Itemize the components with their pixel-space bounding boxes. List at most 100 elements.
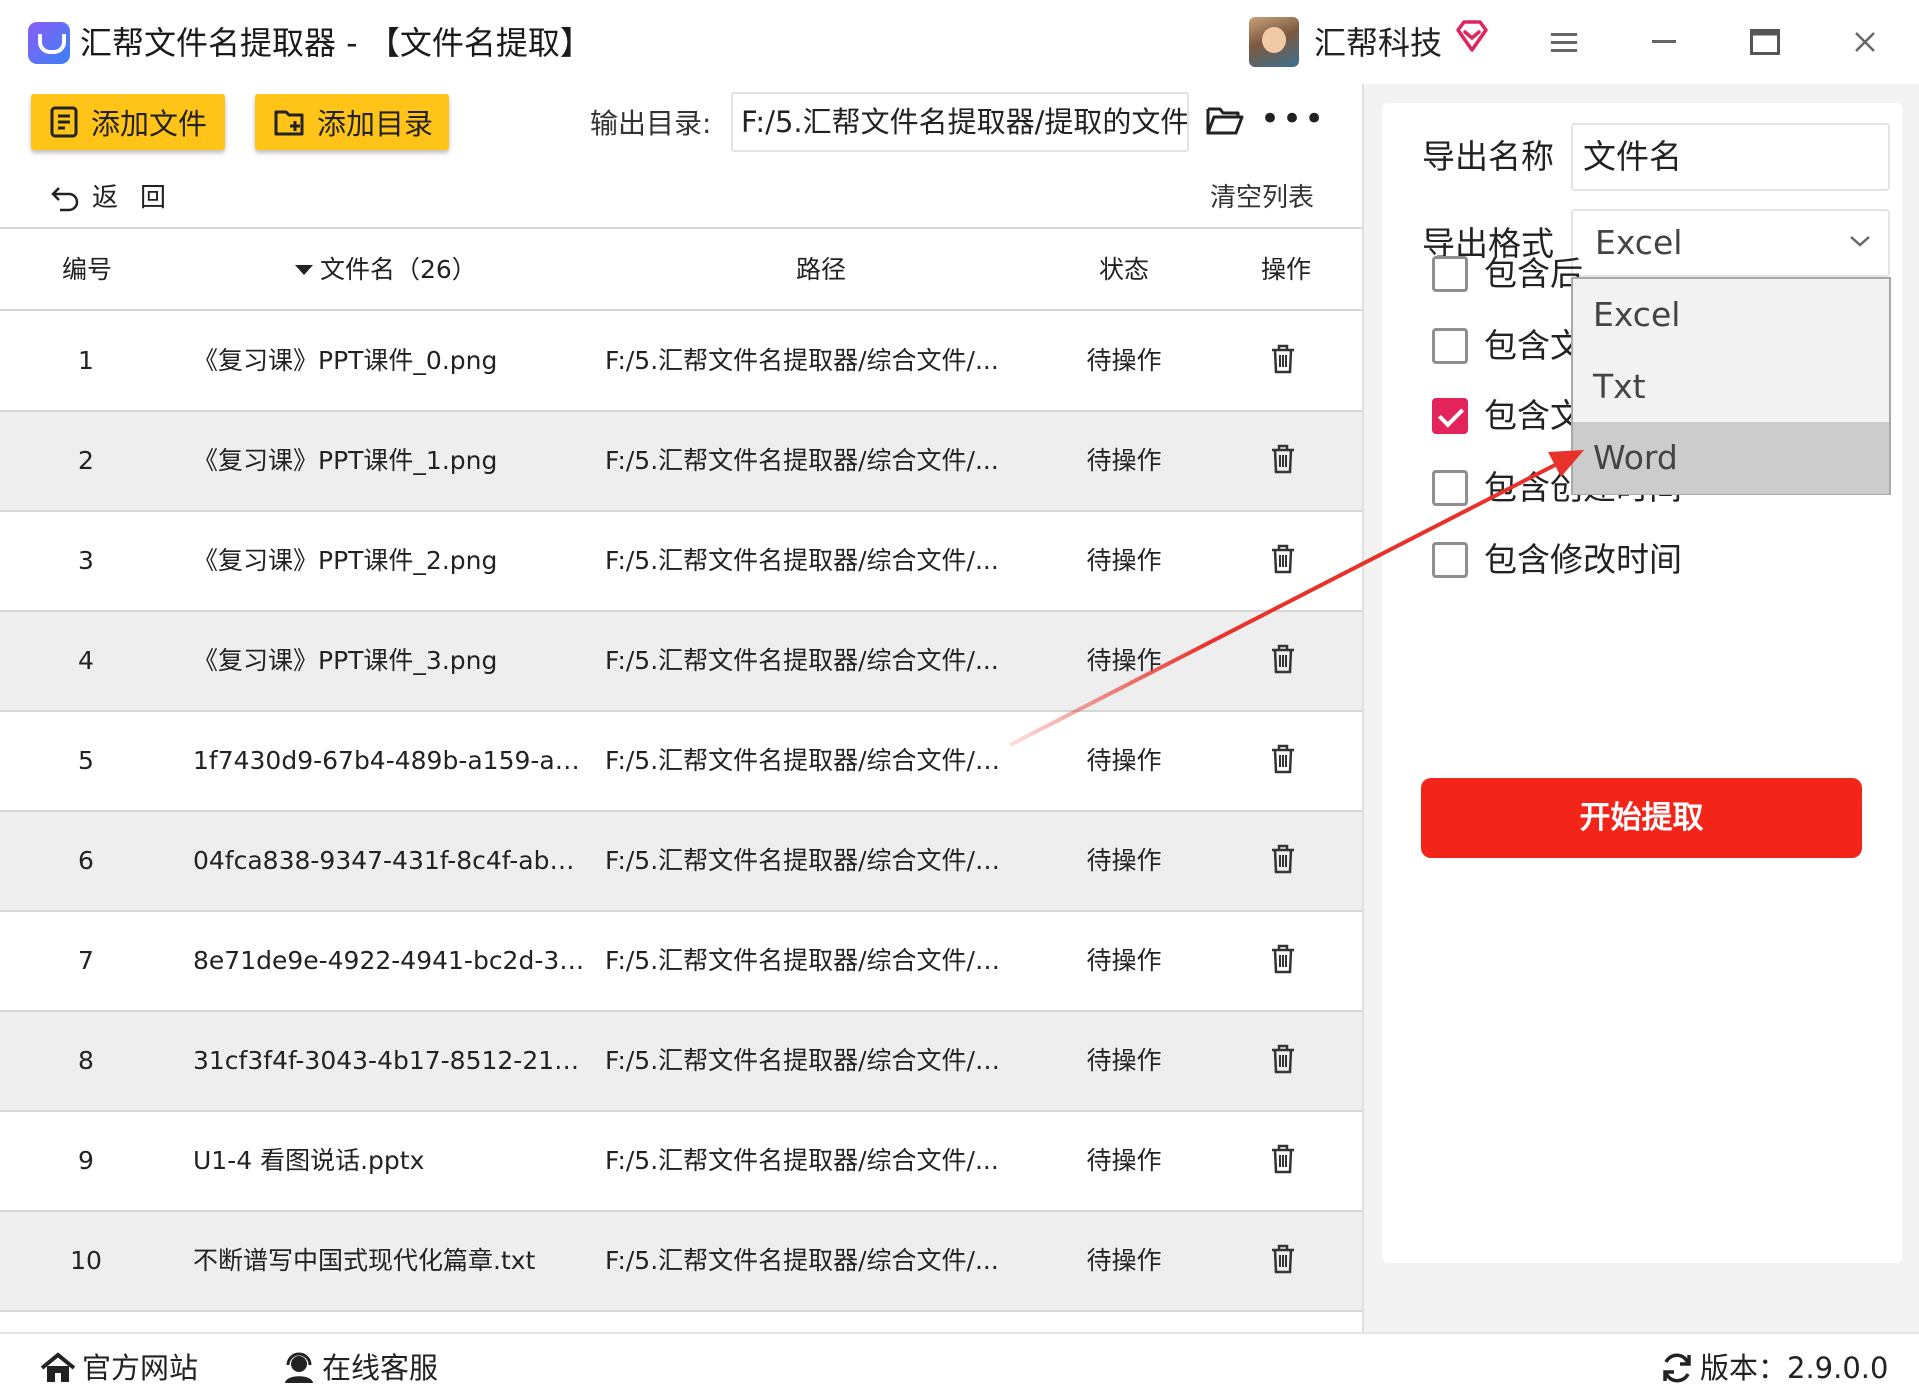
format-option-word[interactable]: Word [1573, 422, 1889, 494]
row-filename: 《复习课》PPT课件_0.png [193, 346, 498, 375]
back-button[interactable]: 返回 [50, 180, 188, 216]
table-row[interactable]: 10 不断谱写中国式现代化篇章.txt F:/5.汇帮文件名提取器/综合文件/...… [0, 1212, 1362, 1312]
title-bar: 汇帮文件名提取器 - 【文件名提取】 汇帮科技 [0, 0, 1919, 84]
checkbox-label: 包含文 [1484, 326, 1583, 365]
user-avatar[interactable] [1249, 17, 1299, 67]
table-row[interactable]: 7 8e71de9e-4922-4941-bc2d-3b2... F:/5.汇帮文件… [0, 912, 1362, 1012]
table-row[interactable]: 1 《复习课》PPT课件_0.png F:/5.汇帮文件名提取器/综合文件/... 待… [0, 312, 1362, 412]
row-path: F:/5.汇帮文件名提取器/综合文件/... [605, 446, 999, 475]
checkbox[interactable] [1432, 542, 1468, 578]
row-path: F:/5.汇帮文件名提取器/综合文件/... [605, 346, 999, 375]
export-format-value: Excel [1595, 223, 1683, 262]
clear-list-button[interactable]: 清空列表 [1210, 180, 1314, 216]
start-extract-button[interactable]: 开始提取 [1421, 778, 1862, 858]
row-status: 待操作 [1086, 1246, 1162, 1275]
export-format-select[interactable]: Excel [1571, 209, 1890, 277]
add-file-label: 添加文件 [91, 107, 208, 141]
table-row[interactable]: 3 《复习课》PPT课件_2.png F:/5.汇帮文件名提取器/综合文件/... 待… [0, 512, 1362, 612]
app-title: 汇帮文件名提取器 - 【文件名提取】 [80, 24, 592, 62]
export-name-label: 导出名称 [1422, 137, 1554, 176]
row-status: 待操作 [1086, 546, 1162, 575]
menu-icon[interactable] [1540, 20, 1588, 64]
row-status: 待操作 [1086, 646, 1162, 675]
checkbox[interactable] [1432, 470, 1468, 506]
file-table-body: 1 《复习课》PPT课件_0.png F:/5.汇帮文件名提取器/综合文件/... 待… [0, 312, 1362, 1312]
online-support-label: 在线客服 [322, 1351, 439, 1385]
delete-trash-icon[interactable] [1270, 1044, 1296, 1074]
row-path: F:/5.汇帮文件名提取器/综合文件/... [605, 646, 999, 675]
row-filename: 8e71de9e-4922-4941-bc2d-3b2... [193, 946, 588, 975]
option-checkbox-row[interactable]: 包含文 [1432, 323, 1583, 369]
row-status: 待操作 [1086, 1046, 1162, 1075]
row-filename: 1f7430d9-67b4-489b-a159-aa5... [193, 746, 588, 775]
checkbox[interactable] [1432, 398, 1468, 434]
table-row[interactable]: 5 1f7430d9-67b4-489b-a159-aa5... F:/5.汇帮文件… [0, 712, 1362, 812]
delete-trash-icon[interactable] [1270, 944, 1296, 974]
row-path: F:/5.汇帮文件名提取器/综合文件/... [605, 1246, 999, 1275]
status-bar: 官方网站 在线客服 版本：2.9.0.0 [0, 1332, 1919, 1399]
table-row[interactable]: 6 04fca838-9347-431f-8c4f-abe45... F:/5.汇帮… [0, 812, 1362, 912]
format-option-txt[interactable]: Txt [1573, 351, 1889, 423]
online-support-link[interactable]: 在线客服 [282, 1348, 438, 1388]
header-path: 路径 [796, 255, 847, 284]
delete-trash-icon[interactable] [1270, 644, 1296, 674]
delete-trash-icon[interactable] [1270, 1144, 1296, 1174]
file-list-pane: 添加文件 添加目录 输出目录: F:/5.汇帮文件名提取器/提取的文件 ••• … [0, 84, 1362, 1332]
table-header: 编号 文件名（26） 路径 状态 操作 [0, 229, 1362, 311]
support-headset-icon [285, 1352, 313, 1383]
delete-trash-icon[interactable] [1270, 1244, 1296, 1274]
row-filename: U1-4 看图说话.pptx [193, 1146, 425, 1175]
official-website-label: 官方网站 [82, 1351, 199, 1385]
version-label: 版本：2.9.0.0 [1700, 1351, 1889, 1385]
company-name: 汇帮科技 [1314, 24, 1443, 62]
table-row[interactable]: 4 《复习课》PPT课件_3.png F:/5.汇帮文件名提取器/综合文件/... 待… [0, 612, 1362, 712]
delete-trash-icon[interactable] [1270, 444, 1296, 474]
row-number: 7 [78, 946, 94, 975]
row-number: 9 [78, 1146, 94, 1175]
chevron-down-icon [1850, 236, 1870, 247]
option-checkbox-row[interactable]: 包含修改时间 [1432, 537, 1682, 583]
row-path: F:/5.汇帮文件名提取器/综合文件/... [605, 1146, 999, 1175]
row-path: F:/5.汇帮文件名提取器/综合文件/8... [605, 946, 1005, 975]
row-path: F:/5.汇帮文件名提取器/综合文件/... [605, 546, 999, 575]
minimize-icon[interactable] [1640, 20, 1688, 64]
checkbox[interactable] [1432, 328, 1468, 364]
row-filename: 《复习课》PPT课件_3.png [193, 646, 498, 675]
delete-trash-icon[interactable] [1270, 344, 1296, 374]
table-row[interactable]: 2 《复习课》PPT课件_1.png F:/5.汇帮文件名提取器/综合文件/... 待… [0, 412, 1362, 512]
row-filename: 《复习课》PPT课件_2.png [193, 546, 498, 575]
more-options-icon[interactable]: ••• [1260, 102, 1326, 136]
add-file-button[interactable]: 添加文件 [31, 94, 225, 150]
back-label: 返回 [92, 183, 189, 213]
close-icon[interactable] [1841, 20, 1889, 64]
row-filename: 《复习课》PPT课件_1.png [193, 446, 498, 475]
format-option-excel[interactable]: Excel [1573, 279, 1889, 351]
delete-trash-icon[interactable] [1270, 544, 1296, 574]
delete-trash-icon[interactable] [1270, 744, 1296, 774]
row-status: 待操作 [1086, 446, 1162, 475]
maximize-icon[interactable] [1741, 20, 1789, 64]
output-dir-label: 输出目录: [590, 107, 712, 140]
header-filename[interactable]: 文件名（26） [294, 253, 477, 287]
row-number: 4 [78, 646, 94, 675]
official-website-link[interactable]: 官方网站 [40, 1348, 198, 1388]
checkbox[interactable] [1432, 256, 1468, 292]
open-folder-icon[interactable] [1205, 104, 1245, 138]
header-filename-label: 文件名（26） [320, 255, 477, 284]
row-filename: 31cf3f4f-3043-4b17-8512-213a... [193, 1046, 588, 1075]
table-row[interactable]: 9 U1-4 看图说话.pptx F:/5.汇帮文件名提取器/综合文件/... 待操作 [0, 1112, 1362, 1212]
option-checkbox-row[interactable]: 包含后 [1432, 251, 1583, 297]
export-name-input[interactable]: 文件名 [1571, 123, 1890, 191]
header-number: 编号 [62, 255, 113, 284]
version-info[interactable]: 版本：2.9.0.0 [1660, 1348, 1888, 1388]
delete-trash-icon[interactable] [1270, 844, 1296, 874]
vip-diamond-icon[interactable] [1454, 18, 1490, 54]
header-status: 状态 [1099, 255, 1150, 284]
output-dir-field[interactable]: F:/5.汇帮文件名提取器/提取的文件 [731, 92, 1189, 152]
checkbox-label: 包含修改时间 [1484, 540, 1682, 579]
add-directory-button[interactable]: 添加目录 [255, 94, 449, 150]
table-row[interactable]: 8 31cf3f4f-3043-4b17-8512-213a... F:/5.汇帮文… [0, 1012, 1362, 1112]
sort-down-icon [295, 265, 313, 275]
format-dropdown: Excel Txt Word [1571, 277, 1891, 495]
row-number: 1 [78, 346, 94, 375]
